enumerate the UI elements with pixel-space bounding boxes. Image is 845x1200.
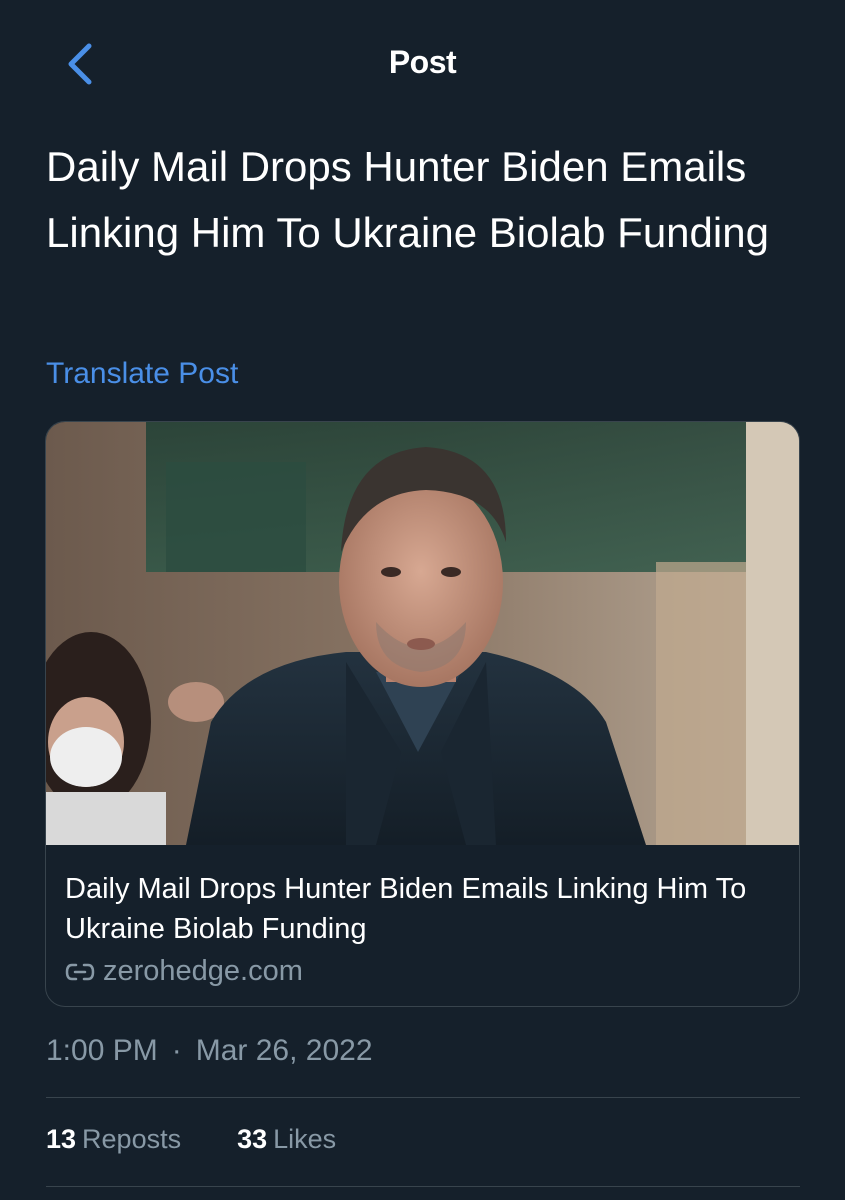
link-icon bbox=[65, 963, 95, 980]
card-image bbox=[46, 422, 799, 845]
reposts-stat[interactable]: 13 Reposts bbox=[46, 1124, 181, 1155]
reposts-count: 13 bbox=[46, 1124, 77, 1154]
card-domain: zerohedge.com bbox=[65, 955, 303, 988]
post-time: 1:00 PM bbox=[46, 1034, 158, 1067]
likes-count: 33 bbox=[237, 1124, 268, 1154]
divider bbox=[46, 1097, 800, 1098]
card-domain-text: zerohedge.com bbox=[103, 955, 303, 987]
link-preview-card[interactable]: Daily Mail Drops Hunter Biden Emails Lin… bbox=[45, 421, 800, 1007]
likes-label: Likes bbox=[273, 1124, 337, 1154]
page-title: Post bbox=[388, 44, 457, 80]
post-timestamp: 1:00 PM · Mar 26, 2022 bbox=[46, 1034, 373, 1068]
card-body: Daily Mail Drops Hunter Biden Emails Lin… bbox=[46, 845, 799, 1006]
card-title: Daily Mail Drops Hunter Biden Emails Lin… bbox=[65, 873, 747, 945]
post-date: Mar 26, 2022 bbox=[195, 1034, 373, 1067]
engagement-stats: 13 Reposts 33 Likes bbox=[46, 1124, 336, 1155]
likes-stat[interactable]: 33 Likes bbox=[237, 1124, 336, 1155]
timestamp-separator: · bbox=[171, 1034, 182, 1067]
translate-post-link[interactable]: Translate Post bbox=[46, 357, 238, 391]
top-bar: Post bbox=[0, 0, 845, 130]
reposts-label: Reposts bbox=[82, 1124, 182, 1154]
photo-image bbox=[46, 422, 799, 845]
post-text: Daily Mail Drops Hunter Biden Emails Lin… bbox=[46, 143, 769, 256]
divider bbox=[46, 1186, 800, 1187]
